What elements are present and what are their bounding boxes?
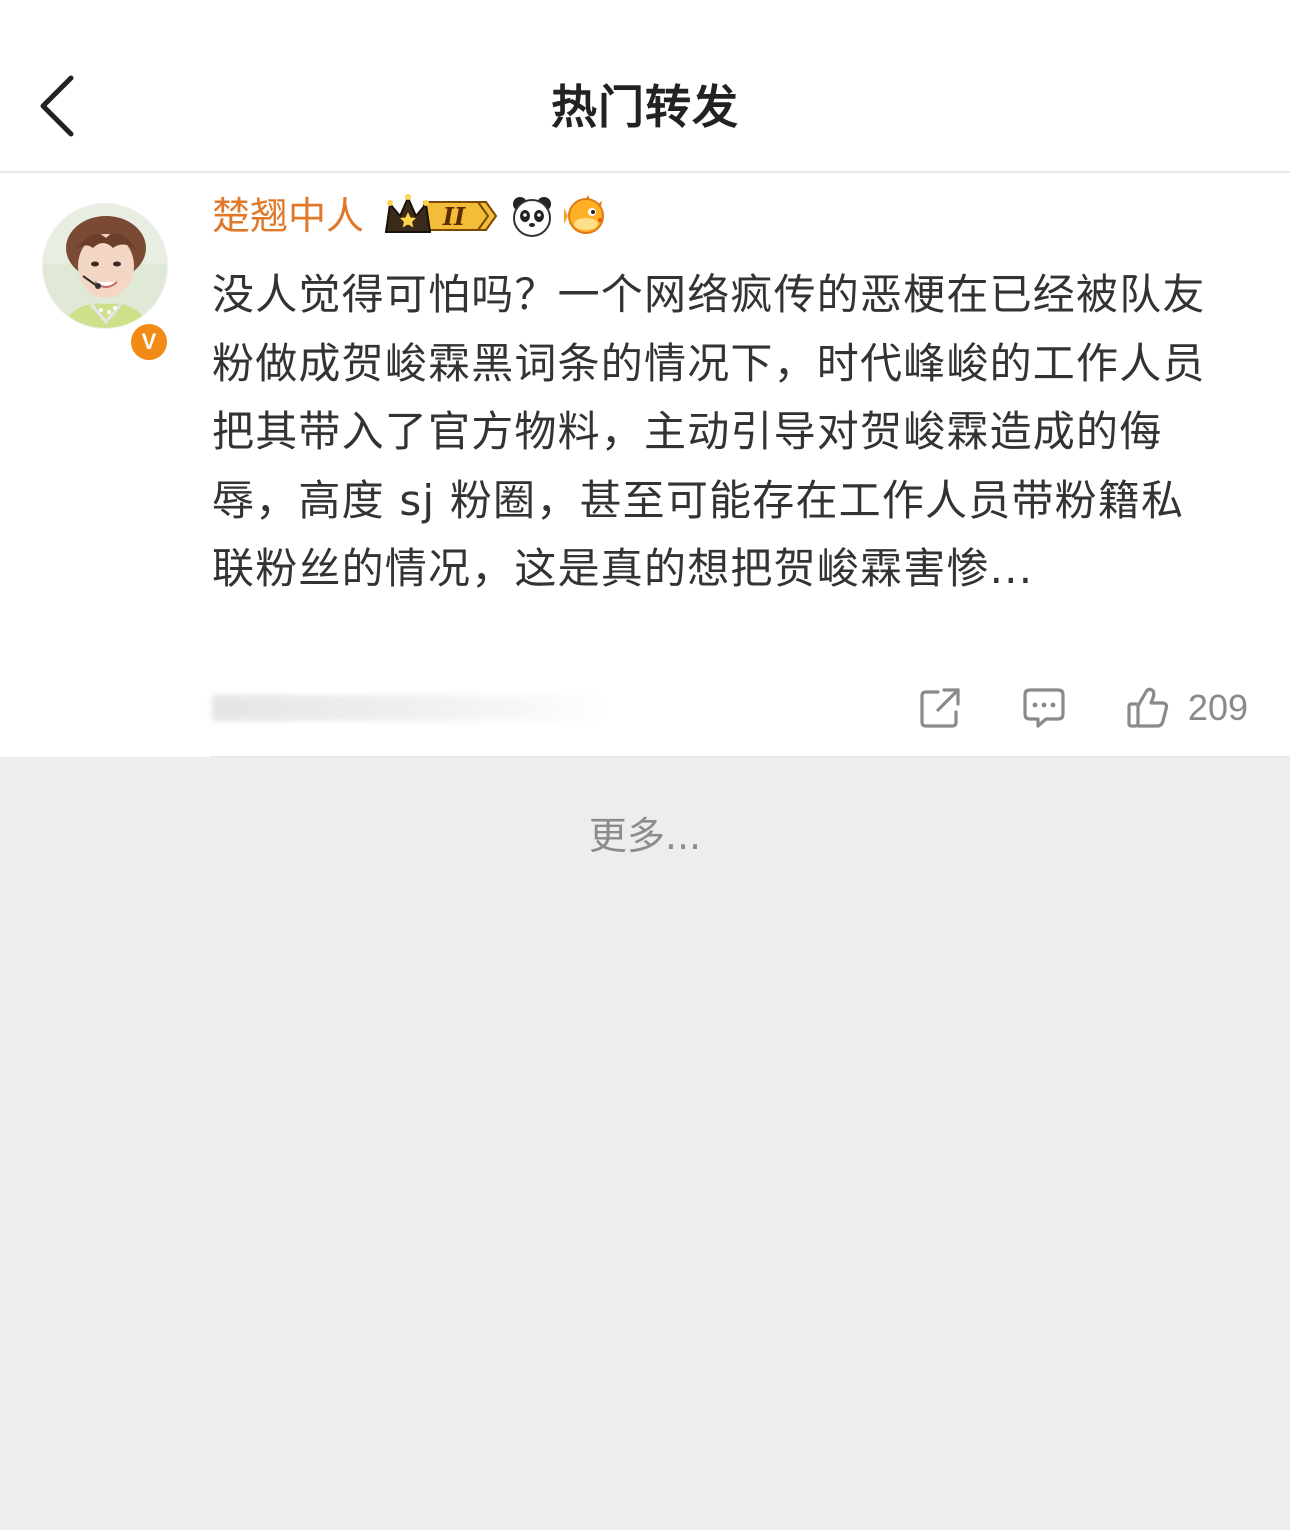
like-count: 209 — [1187, 687, 1248, 728]
avatar[interactable] — [42, 203, 168, 329]
post-source-blurred — [212, 695, 612, 721]
thumbs-up-icon — [1127, 687, 1169, 728]
member-level-label: II — [442, 202, 466, 231]
nav-bar: 热门转发 — [0, 0, 1290, 172]
comment-icon — [1023, 688, 1065, 728]
repost-card[interactable]: V 楚翘中人 II 没人觉得可怕吗？一个网络疯传的恶梗在已经被队友粉做成贺峻霖黑… — [0, 173, 1290, 757]
repost-button[interactable] — [918, 686, 962, 730]
avatar-wrapper: V — [42, 203, 170, 363]
avatar-image — [43, 204, 167, 328]
more-link[interactable]: 更多... — [0, 806, 1290, 866]
author-row: 楚翘中人 II — [212, 191, 608, 241]
page-title: 热门转发 — [551, 80, 739, 134]
crown-level-icon[interactable]: II — [382, 192, 500, 240]
username[interactable]: 楚翘中人 — [212, 191, 364, 241]
screen: 热门转发 V 楚翘中人 II 没人觉得可怕吗？一个网络疯传的恶梗在已经被队友粉做… — [0, 0, 1290, 1530]
pufferfish-icon[interactable] — [564, 194, 608, 238]
panda-icon[interactable] — [510, 194, 554, 238]
verified-badge: V — [128, 321, 170, 363]
share-icon — [920, 688, 960, 728]
divider — [210, 756, 1290, 757]
like-button[interactable]: 209 — [1126, 686, 1248, 730]
post-content[interactable]: 没人觉得可怕吗？一个网络疯传的恶梗在已经被队友粉做成贺峻霖黑词条的情况下，时代峰… — [212, 261, 1222, 604]
comment-button[interactable] — [1022, 686, 1066, 730]
action-bar: 209 — [918, 677, 1248, 739]
